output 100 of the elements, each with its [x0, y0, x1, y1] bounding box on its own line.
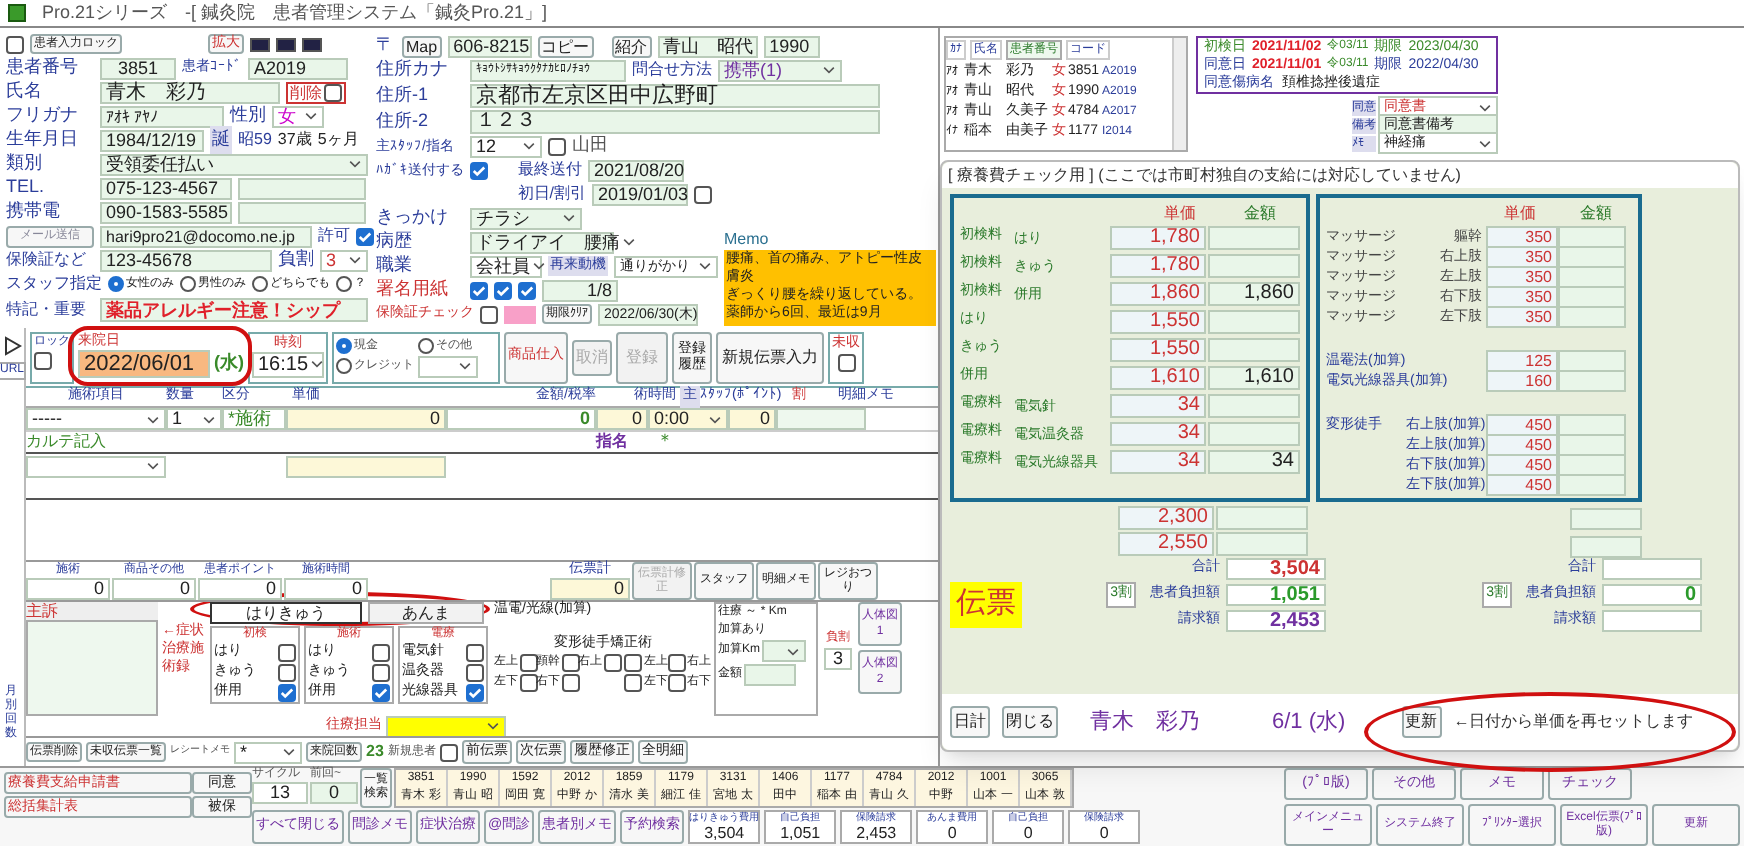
amount-field[interactable]	[1558, 265, 1626, 287]
price-field[interactable]: 160	[1486, 369, 1558, 391]
price-field[interactable]: 350	[1486, 265, 1558, 287]
text-field[interactable]: 0	[550, 578, 630, 600]
checkbox[interactable]	[6, 35, 24, 53]
checkbox[interactable]	[466, 663, 484, 681]
amount-field[interactable]	[1216, 532, 1308, 556]
checkbox[interactable]	[470, 281, 488, 299]
checkbox[interactable]	[470, 161, 488, 179]
text-field[interactable]: A2019	[248, 57, 348, 79]
text-field[interactable]: 1/8	[542, 279, 618, 301]
amount-field[interactable]	[1558, 433, 1626, 455]
checkbox[interactable]	[466, 683, 484, 701]
dropdown[interactable]: チラシ	[470, 207, 582, 229]
checkbox[interactable]	[278, 683, 296, 701]
amount-field[interactable]: 1,860	[1208, 281, 1300, 305]
amount-field[interactable]	[1208, 253, 1300, 277]
dropdown[interactable]: 受領委任払い	[100, 153, 368, 175]
text-field[interactable]: 606-8215	[447, 35, 532, 57]
text-field[interactable]: ｱｵｷ ｱﾔﾉ	[100, 105, 224, 127]
copy-button[interactable]: コピー	[537, 35, 594, 57]
new-slip-button[interactable]: 新規伝票入力	[716, 331, 824, 383]
close-button[interactable]: 閉じる	[1002, 706, 1058, 738]
amount-field[interactable]	[1216, 506, 1308, 530]
text-field[interactable]: 0	[112, 578, 196, 600]
price-field[interactable]: 450	[1486, 473, 1558, 495]
text-field[interactable]: 2019/01/03	[592, 183, 688, 205]
daily-button[interactable]: 日計	[950, 706, 990, 738]
price-field[interactable]: 1,780	[1110, 225, 1206, 249]
radio-button[interactable]	[336, 276, 352, 292]
referral-button[interactable]: 紹介	[611, 35, 652, 57]
amount-field[interactable]	[1208, 225, 1300, 249]
text-field[interactable]	[238, 177, 366, 199]
price-field[interactable]: 34	[1110, 421, 1206, 445]
text-field[interactable]	[744, 664, 796, 686]
text-field[interactable]: 2022/06/01	[78, 349, 210, 377]
dropdown[interactable]: -----	[26, 408, 166, 430]
text-field[interactable]: 2021/08/20	[588, 159, 684, 181]
checkbox[interactable]	[278, 643, 296, 661]
dropdown[interactable]: 携帯(1)	[718, 59, 842, 81]
text-field[interactable]: 090-1583-5585	[100, 201, 232, 223]
checkbox[interactable]	[624, 654, 642, 672]
checkbox[interactable]	[694, 185, 712, 203]
radio-button[interactable]	[180, 276, 196, 292]
checkbox[interactable]	[372, 683, 390, 701]
amount-field[interactable]	[1570, 508, 1642, 530]
dropdown[interactable]: 1	[166, 408, 222, 430]
text-field[interactable]: 0	[310, 782, 358, 804]
text-field[interactable]: 13	[252, 782, 308, 804]
radio-button[interactable]	[336, 358, 352, 374]
burden-field[interactable]: 1,051	[1226, 583, 1326, 606]
text-field[interactable]: hari9pro21@docomo.ne.jp	[100, 225, 312, 247]
dropdown[interactable]: 0:00	[648, 408, 728, 430]
text-field[interactable]: 薬品アレルギー注意！シップ	[100, 297, 368, 321]
price-field[interactable]: 1,780	[1110, 253, 1206, 277]
checkbox[interactable]	[480, 305, 498, 323]
amount-field[interactable]	[1558, 305, 1626, 327]
map-button[interactable]: Map	[402, 35, 442, 57]
price-field[interactable]: 450	[1486, 433, 1558, 455]
amount-field[interactable]	[1558, 369, 1626, 391]
price-field[interactable]: 125	[1486, 349, 1558, 371]
dropdown[interactable]: 12	[470, 135, 542, 157]
checkbox[interactable]	[518, 281, 536, 299]
checkbox[interactable]	[562, 674, 580, 692]
amount-field[interactable]	[1208, 421, 1300, 445]
text-field[interactable]: １２３	[470, 109, 880, 133]
text-field[interactable]: 075-123-4567	[100, 177, 232, 199]
price-field[interactable]: 450	[1486, 413, 1558, 435]
price-field[interactable]: 1,550	[1110, 309, 1206, 333]
dropdown[interactable]: 女	[272, 105, 324, 127]
text-field[interactable]: 青木 彩乃	[100, 81, 280, 103]
text-field[interactable]: 青山 昭代	[657, 35, 758, 57]
checkbox[interactable]	[562, 654, 580, 672]
checkbox[interactable]	[372, 643, 390, 661]
dropdown[interactable]: 16:15	[252, 351, 324, 377]
amount-field[interactable]	[1208, 393, 1300, 417]
radio-button[interactable]	[108, 276, 124, 292]
text-field[interactable]	[286, 455, 446, 477]
text-field[interactable]	[776, 408, 866, 430]
checkbox[interactable]	[466, 643, 484, 661]
amount-field[interactable]: 34	[1208, 449, 1300, 473]
amount-field[interactable]	[1558, 225, 1626, 247]
checkbox[interactable]	[494, 281, 512, 299]
price-field[interactable]: 350	[1486, 245, 1558, 267]
text-field[interactable]: 1984/12/19	[100, 129, 204, 151]
amount-field[interactable]	[1570, 536, 1642, 558]
amount-field[interactable]	[1558, 245, 1626, 267]
price-field[interactable]: 34	[1110, 393, 1206, 417]
total-field[interactable]	[1602, 558, 1702, 580]
checkbox[interactable]	[278, 663, 296, 681]
checkbox[interactable]	[324, 83, 342, 101]
amount-field[interactable]	[1558, 453, 1626, 475]
price-field[interactable]: 1,860	[1110, 281, 1206, 305]
claim-field[interactable]	[1602, 609, 1702, 631]
amount-field[interactable]	[1558, 413, 1626, 435]
text-field[interactable]: 3	[824, 648, 852, 670]
text-field[interactable]: 3851	[100, 57, 176, 79]
amount-field[interactable]: 1,610	[1208, 365, 1300, 389]
dropdown[interactable]: 3	[320, 249, 368, 271]
amount-field[interactable]	[1558, 285, 1626, 307]
